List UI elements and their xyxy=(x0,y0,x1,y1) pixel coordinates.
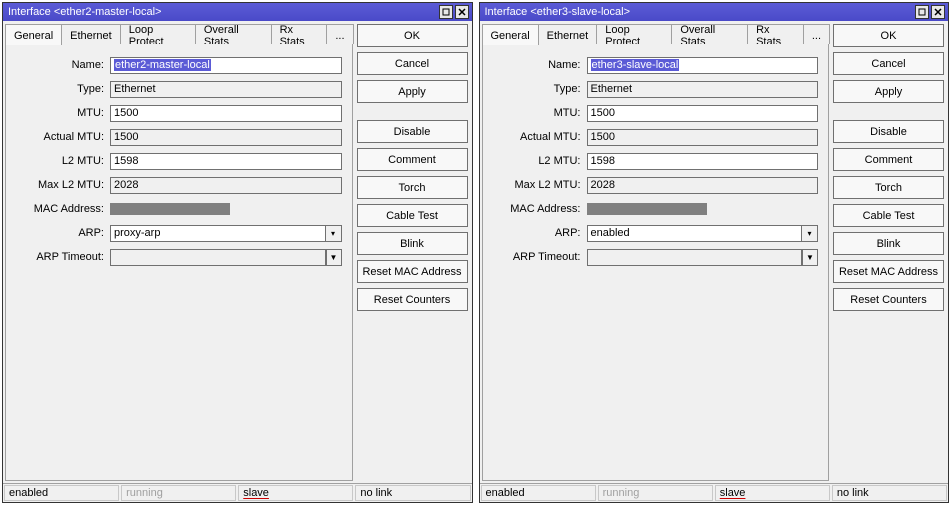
status-enabled: enabled xyxy=(4,485,119,501)
type-label: Type: xyxy=(491,83,587,95)
tab-general[interactable]: General xyxy=(482,24,539,45)
maxl2mtu-label: Max L2 MTU: xyxy=(491,179,587,191)
comment-button[interactable]: Comment xyxy=(357,148,468,171)
reset-counters-button[interactable]: Reset Counters xyxy=(357,288,468,311)
status-enabled: enabled xyxy=(481,485,596,501)
arp-select[interactable]: enabled xyxy=(587,225,803,242)
reset-counters-button[interactable]: Reset Counters xyxy=(833,288,944,311)
torch-button[interactable]: Torch xyxy=(833,176,944,199)
tab-bar: General Ethernet Loop Protect Overall St… xyxy=(5,24,353,44)
close-icon[interactable] xyxy=(455,5,469,19)
arp-label: ARP: xyxy=(491,227,587,239)
tab-general[interactable]: General xyxy=(5,24,62,45)
cable-test-button[interactable]: Cable Test xyxy=(357,204,468,227)
arp-timeout-input[interactable] xyxy=(587,249,803,266)
blink-button[interactable]: Blink xyxy=(833,232,944,255)
status-link: no link xyxy=(832,485,947,501)
form-panel: Name: ether3-slave-local Type: Ethernet … xyxy=(482,44,830,481)
apply-button[interactable]: Apply xyxy=(357,80,468,103)
mac-address-input[interactable] xyxy=(587,201,819,218)
titlebar[interactable]: Interface <ether3-slave-local> xyxy=(480,3,949,21)
tab-ethernet[interactable]: Ethernet xyxy=(61,24,121,44)
maxl2mtu-value: 2028 xyxy=(587,177,819,194)
arp-timeout-toggle-icon[interactable]: ▼ xyxy=(802,249,818,266)
cancel-button[interactable]: Cancel xyxy=(357,52,468,75)
button-column: OK Cancel Apply Disable Comment Torch Ca… xyxy=(833,24,944,481)
blink-button[interactable]: Blink xyxy=(357,232,468,255)
arp-dropdown-icon[interactable]: ▾ xyxy=(802,225,818,242)
window-title: Interface <ether2-master-local> xyxy=(6,6,439,18)
l2mtu-input[interactable]: 1598 xyxy=(587,153,819,170)
maxl2mtu-label: Max L2 MTU: xyxy=(14,179,110,191)
actual-mtu-value: 1500 xyxy=(110,129,342,146)
mtu-input[interactable]: 1500 xyxy=(110,105,342,122)
status-running: running xyxy=(598,485,713,501)
interface-window-1: Interface <ether2-master-local> General … xyxy=(2,2,473,503)
type-label: Type: xyxy=(14,83,110,95)
status-bar: enabled running slave no link xyxy=(3,483,472,502)
maxl2mtu-value: 2028 xyxy=(110,177,342,194)
comment-button[interactable]: Comment xyxy=(833,148,944,171)
tab-ethernet[interactable]: Ethernet xyxy=(538,24,598,44)
arp-timeout-input[interactable] xyxy=(110,249,326,266)
name-input[interactable]: ether2-master-local xyxy=(110,57,342,74)
actual-mtu-value: 1500 xyxy=(587,129,819,146)
cable-test-button[interactable]: Cable Test xyxy=(833,204,944,227)
status-running: running xyxy=(121,485,236,501)
tab-rx-stats[interactable]: Rx Stats xyxy=(747,24,804,44)
disable-button[interactable]: Disable xyxy=(833,120,944,143)
l2mtu-label: L2 MTU: xyxy=(14,155,110,167)
type-value: Ethernet xyxy=(587,81,819,98)
tab-more[interactable]: ... xyxy=(803,24,830,44)
minimize-icon[interactable] xyxy=(915,5,929,19)
tab-overall-stats[interactable]: Overall Stats xyxy=(195,24,272,44)
actual-mtu-label: Actual MTU: xyxy=(491,131,587,143)
torch-button[interactable]: Torch xyxy=(357,176,468,199)
apply-button[interactable]: Apply xyxy=(833,80,944,103)
l2mtu-input[interactable]: 1598 xyxy=(110,153,342,170)
mac-address-input[interactable] xyxy=(110,201,342,218)
arp-timeout-label: ARP Timeout: xyxy=(14,251,110,263)
l2mtu-label: L2 MTU: xyxy=(491,155,587,167)
arp-select[interactable]: proxy-arp xyxy=(110,225,326,242)
arp-label: ARP: xyxy=(14,227,110,239)
mac-label: MAC Address: xyxy=(491,203,587,215)
close-icon[interactable] xyxy=(931,5,945,19)
mac-label: MAC Address: xyxy=(14,203,110,215)
tab-overall-stats[interactable]: Overall Stats xyxy=(671,24,748,44)
arp-timeout-toggle-icon[interactable]: ▼ xyxy=(326,249,342,266)
status-bar: enabled running slave no link xyxy=(480,483,949,502)
ok-button[interactable]: OK xyxy=(357,24,468,47)
titlebar[interactable]: Interface <ether2-master-local> xyxy=(3,3,472,21)
mtu-label: MTU: xyxy=(14,107,110,119)
arp-dropdown-icon[interactable]: ▾ xyxy=(326,225,342,242)
arp-timeout-label: ARP Timeout: xyxy=(491,251,587,263)
minimize-icon[interactable] xyxy=(439,5,453,19)
ok-button[interactable]: OK xyxy=(833,24,944,47)
name-label: Name: xyxy=(14,59,110,71)
tab-bar: General Ethernet Loop Protect Overall St… xyxy=(482,24,830,44)
cancel-button[interactable]: Cancel xyxy=(833,52,944,75)
mtu-input[interactable]: 1500 xyxy=(587,105,819,122)
button-column: OK Cancel Apply Disable Comment Torch Ca… xyxy=(357,24,468,481)
tab-more[interactable]: ... xyxy=(326,24,353,44)
status-link: no link xyxy=(355,485,470,501)
name-label: Name: xyxy=(491,59,587,71)
interface-window-2: Interface <ether3-slave-local> General E… xyxy=(479,2,950,503)
actual-mtu-label: Actual MTU: xyxy=(14,131,110,143)
status-slave: slave xyxy=(715,485,830,501)
tab-loop-protect[interactable]: Loop Protect xyxy=(596,24,672,44)
disable-button[interactable]: Disable xyxy=(357,120,468,143)
form-panel: Name: ether2-master-local Type: Ethernet… xyxy=(5,44,353,481)
reset-mac-button[interactable]: Reset MAC Address xyxy=(833,260,944,283)
name-input[interactable]: ether3-slave-local xyxy=(587,57,819,74)
tab-rx-stats[interactable]: Rx Stats xyxy=(271,24,328,44)
status-slave: slave xyxy=(238,485,353,501)
tab-loop-protect[interactable]: Loop Protect xyxy=(120,24,196,44)
type-value: Ethernet xyxy=(110,81,342,98)
reset-mac-button[interactable]: Reset MAC Address xyxy=(357,260,468,283)
window-title: Interface <ether3-slave-local> xyxy=(483,6,916,18)
mtu-label: MTU: xyxy=(491,107,587,119)
